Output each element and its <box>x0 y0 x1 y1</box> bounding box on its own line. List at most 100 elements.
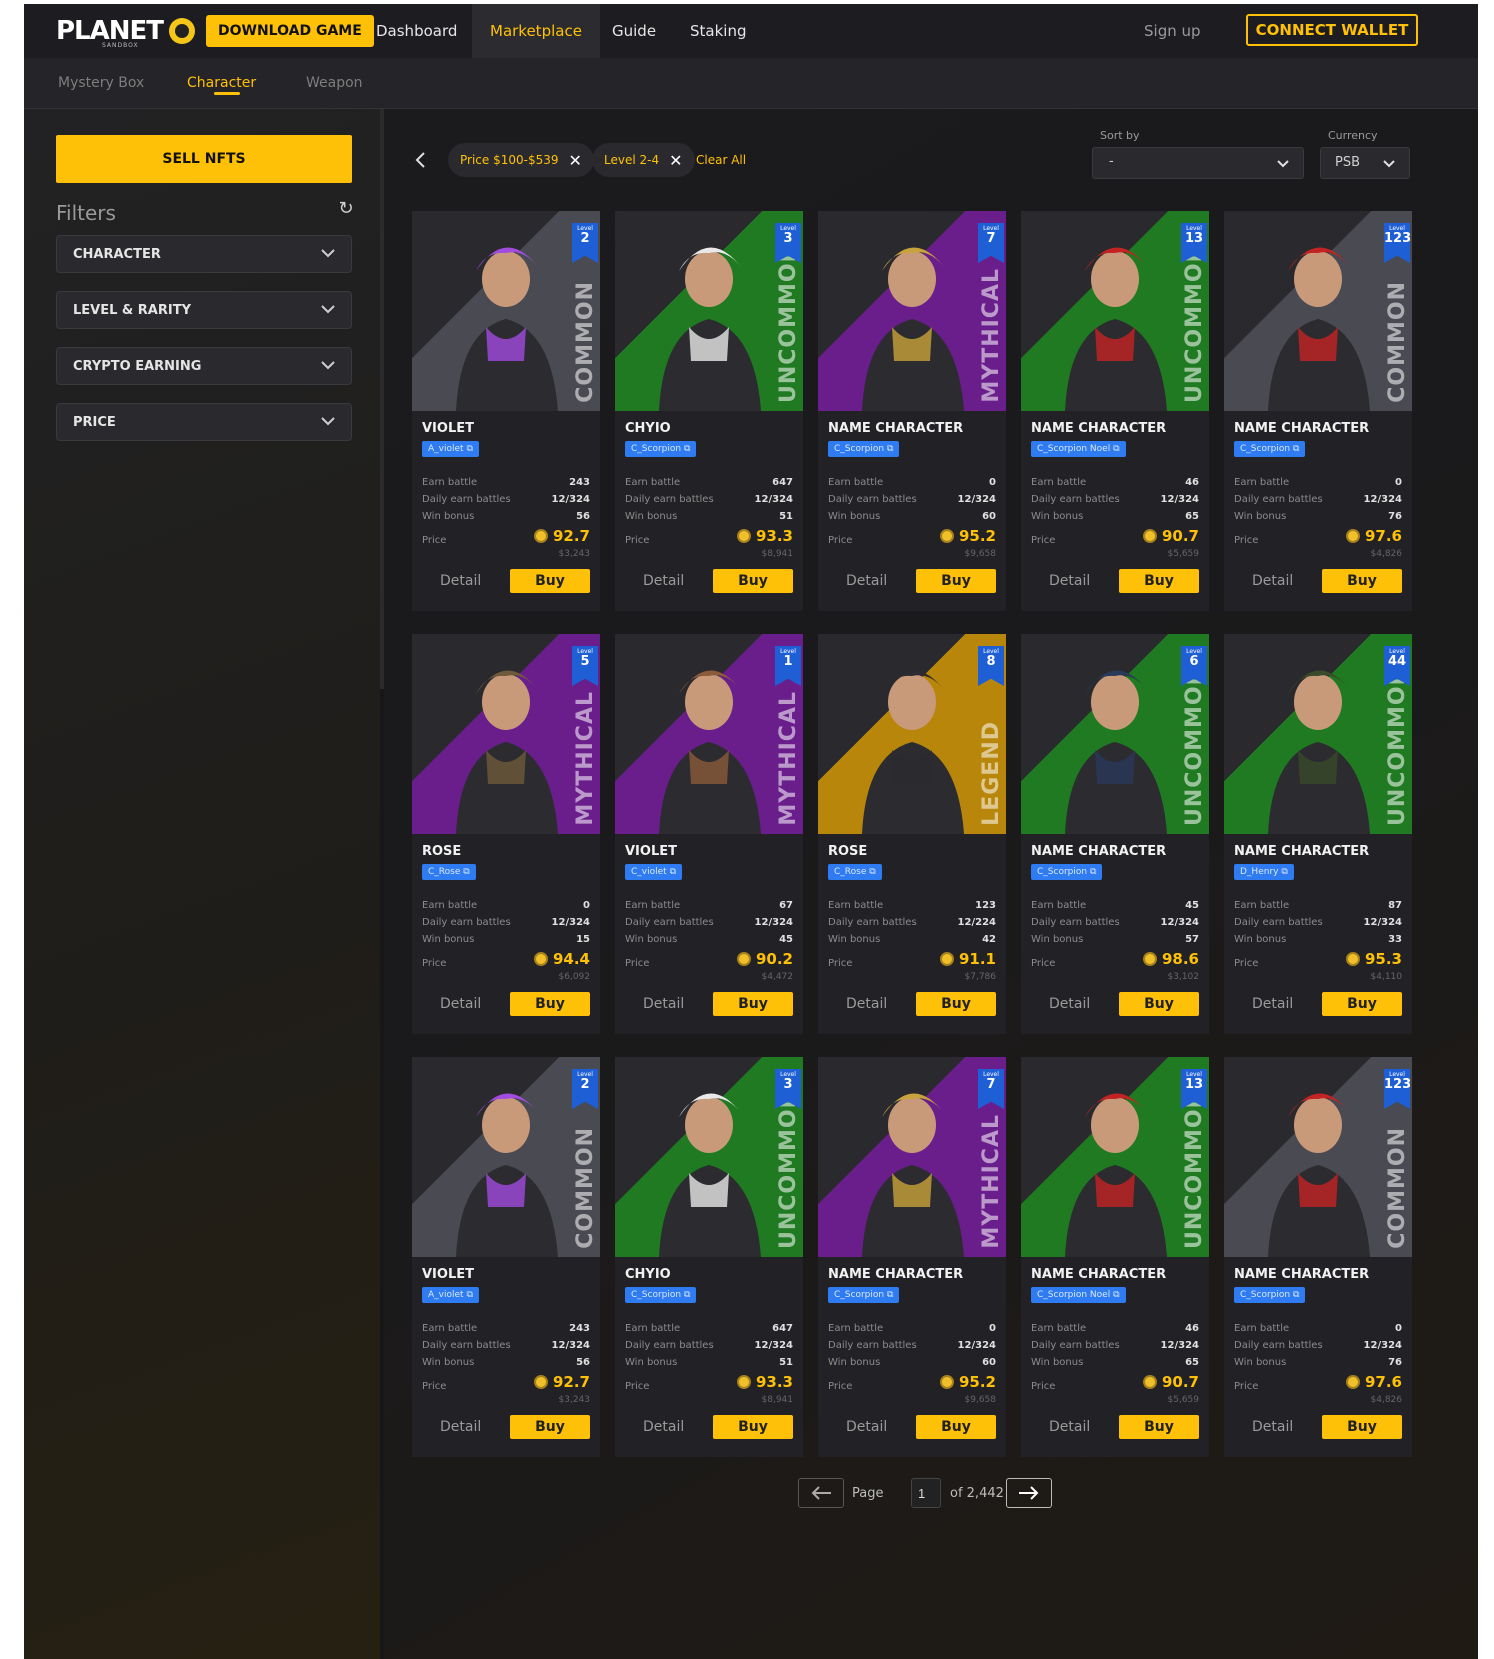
buy-button[interactable]: Buy <box>713 1415 793 1439</box>
copy-icon[interactable]: ⧉ <box>684 1290 690 1300</box>
buy-button[interactable]: Buy <box>916 569 996 593</box>
owner-tag[interactable]: C_Scorpion ⧉ <box>828 441 900 457</box>
owner-tag[interactable]: D_Henry ⧉ <box>1234 864 1294 880</box>
owner-tag[interactable]: C_Scorpion ⧉ <box>1031 864 1103 880</box>
filter-chip-level[interactable]: Level 2-4 ✕ <box>592 143 695 177</box>
buy-button[interactable]: Buy <box>1119 992 1199 1016</box>
filter-crypto-earning[interactable]: CRYPTO EARNING <box>56 347 352 385</box>
copy-icon[interactable]: ⧉ <box>670 867 676 877</box>
close-icon[interactable]: ✕ <box>669 151 682 170</box>
reset-icon[interactable]: ↻ <box>336 199 356 219</box>
detail-button[interactable]: Detail <box>846 1419 887 1435</box>
detail-button[interactable]: Detail <box>1049 1419 1090 1435</box>
sort-select[interactable]: - <box>1092 147 1304 179</box>
detail-button[interactable]: Detail <box>846 996 887 1012</box>
detail-button[interactable]: Detail <box>440 1419 481 1435</box>
nft-card[interactable]: UNCOMMON Level 3 CHYIO C_Scorpion ⧉ Earn batt… <box>615 211 803 611</box>
detail-button[interactable]: Detail <box>643 996 684 1012</box>
next-page-button[interactable] <box>1006 1478 1052 1508</box>
copy-icon[interactable]: ⧉ <box>1281 867 1287 877</box>
currency-select[interactable]: PSB <box>1320 147 1410 179</box>
nft-card[interactable]: UNCOMMON Level 6 NAME CHARACTER C_Scorpion ⧉… <box>1021 634 1209 1034</box>
download-game-button[interactable]: DOWNLOAD GAME <box>206 15 374 47</box>
nft-card[interactable]: COMMON Level 123 NAME CHARACTER C_Scorpion ⧉… <box>1224 211 1412 611</box>
buy-button[interactable]: Buy <box>1119 569 1199 593</box>
copy-icon[interactable]: ⧉ <box>466 1290 472 1300</box>
owner-tag[interactable]: A_violet ⧉ <box>422 441 479 457</box>
copy-icon[interactable]: ⧉ <box>1113 1290 1119 1300</box>
tab-mystery-box[interactable]: Mystery Box <box>58 58 144 108</box>
nft-card[interactable]: MYTHICAL Level 1 VIOLET C_violet ⧉ Earn battl… <box>615 634 803 1034</box>
buy-button[interactable]: Buy <box>510 569 590 593</box>
detail-button[interactable]: Detail <box>643 1419 684 1435</box>
nft-card[interactable]: UNCOMMON Level 13 NAME CHARACTER C_Scorpion … <box>1021 1057 1209 1457</box>
filter-level-rarity[interactable]: LEVEL & RARITY <box>56 291 352 329</box>
copy-icon[interactable]: ⧉ <box>887 444 893 454</box>
buy-button[interactable]: Buy <box>916 992 996 1016</box>
buy-button[interactable]: Buy <box>1322 569 1402 593</box>
owner-tag[interactable]: C_Scorpion ⧉ <box>1234 441 1306 457</box>
nav-dashboard[interactable]: Dashboard <box>376 4 457 58</box>
detail-button[interactable]: Detail <box>1252 1419 1293 1435</box>
detail-button[interactable]: Detail <box>440 996 481 1012</box>
copy-icon[interactable]: ⧉ <box>887 1290 893 1300</box>
nft-card[interactable]: LEGEND Level 8 ROSE C_Rose ⧉ Earn battle 123 Da… <box>818 634 1006 1034</box>
sign-up-link[interactable]: Sign up <box>1144 4 1201 58</box>
detail-button[interactable]: Detail <box>846 573 887 589</box>
nft-card[interactable]: COMMON Level 123 NAME CHARACTER C_Scorpion ⧉… <box>1224 1057 1412 1457</box>
logo[interactable]: PLANET SANDBOX <box>56 12 196 50</box>
prev-page-button[interactable] <box>798 1478 844 1508</box>
detail-button[interactable]: Detail <box>440 573 481 589</box>
nft-card[interactable]: MYTHICAL Level 7 NAME CHARACTER C_Scorpion ⧉… <box>818 1057 1006 1457</box>
nav-staking[interactable]: Staking <box>690 4 746 58</box>
buy-button[interactable]: Buy <box>713 569 793 593</box>
owner-tag[interactable]: A_violet ⧉ <box>422 1287 479 1303</box>
close-icon[interactable]: ✕ <box>569 151 582 170</box>
copy-icon[interactable]: ⧉ <box>463 867 469 877</box>
buy-button[interactable]: Buy <box>1322 992 1402 1016</box>
detail-button[interactable]: Detail <box>1252 573 1293 589</box>
detail-button[interactable]: Detail <box>1049 573 1090 589</box>
filter-character[interactable]: CHARACTER <box>56 235 352 273</box>
copy-icon[interactable]: ⧉ <box>1293 1290 1299 1300</box>
sell-nfts-button[interactable]: SELL NFTS <box>56 135 352 183</box>
copy-icon[interactable]: ⧉ <box>1090 867 1096 877</box>
tab-character[interactable]: Character <box>187 58 256 108</box>
owner-tag[interactable]: C_Scorpion Noel ⧉ <box>1031 441 1126 457</box>
detail-button[interactable]: Detail <box>1252 996 1293 1012</box>
filter-chip-price[interactable]: Price $100-$539 ✕ <box>448 143 594 177</box>
nav-guide[interactable]: Guide <box>612 4 656 58</box>
owner-tag[interactable]: C_Scorpion ⧉ <box>625 1287 697 1303</box>
detail-button[interactable]: Detail <box>1049 996 1090 1012</box>
clear-all-link[interactable]: Clear All <box>696 143 746 177</box>
buy-button[interactable]: Buy <box>1322 1415 1402 1439</box>
nft-card[interactable]: COMMON Level 2 VIOLET A_violet ⧉ Earn battle 2… <box>412 1057 600 1457</box>
copy-icon[interactable]: ⧉ <box>869 867 875 877</box>
owner-tag[interactable]: C_Rose ⧉ <box>422 864 476 880</box>
buy-button[interactable]: Buy <box>713 992 793 1016</box>
owner-tag[interactable]: C_violet ⧉ <box>625 864 682 880</box>
owner-tag[interactable]: C_Scorpion Noel ⧉ <box>1031 1287 1126 1303</box>
buy-button[interactable]: Buy <box>510 992 590 1016</box>
buy-button[interactable]: Buy <box>916 1415 996 1439</box>
copy-icon[interactable]: ⧉ <box>684 444 690 454</box>
copy-icon[interactable]: ⧉ <box>1293 444 1299 454</box>
nft-card[interactable]: COMMON Level 2 VIOLET A_violet ⧉ Earn battle 2… <box>412 211 600 611</box>
nft-card[interactable]: MYTHICAL Level 7 NAME CHARACTER C_Scorpion ⧉… <box>818 211 1006 611</box>
filter-price[interactable]: PRICE <box>56 403 352 441</box>
chevron-left-icon[interactable] <box>412 151 430 169</box>
buy-button[interactable]: Buy <box>510 1415 590 1439</box>
nft-card[interactable]: MYTHICAL Level 5 ROSE C_Rose ⧉ Earn battle 0 Da… <box>412 634 600 1034</box>
connect-wallet-button[interactable]: CONNECT WALLET <box>1246 14 1418 46</box>
buy-button[interactable]: Buy <box>1119 1415 1199 1439</box>
copy-icon[interactable]: ⧉ <box>1113 444 1119 454</box>
copy-icon[interactable]: ⧉ <box>466 444 472 454</box>
tab-weapon[interactable]: Weapon <box>306 58 363 108</box>
owner-tag[interactable]: C_Scorpion ⧉ <box>625 441 697 457</box>
nft-card[interactable]: UNCOMMON Level 3 CHYIO C_Scorpion ⧉ Earn batt… <box>615 1057 803 1457</box>
owner-tag[interactable]: C_Scorpion ⧉ <box>828 1287 900 1303</box>
detail-button[interactable]: Detail <box>643 573 684 589</box>
owner-tag[interactable]: C_Scorpion ⧉ <box>1234 1287 1306 1303</box>
nav-marketplace[interactable]: Marketplace <box>472 4 600 58</box>
owner-tag[interactable]: C_Rose ⧉ <box>828 864 882 880</box>
